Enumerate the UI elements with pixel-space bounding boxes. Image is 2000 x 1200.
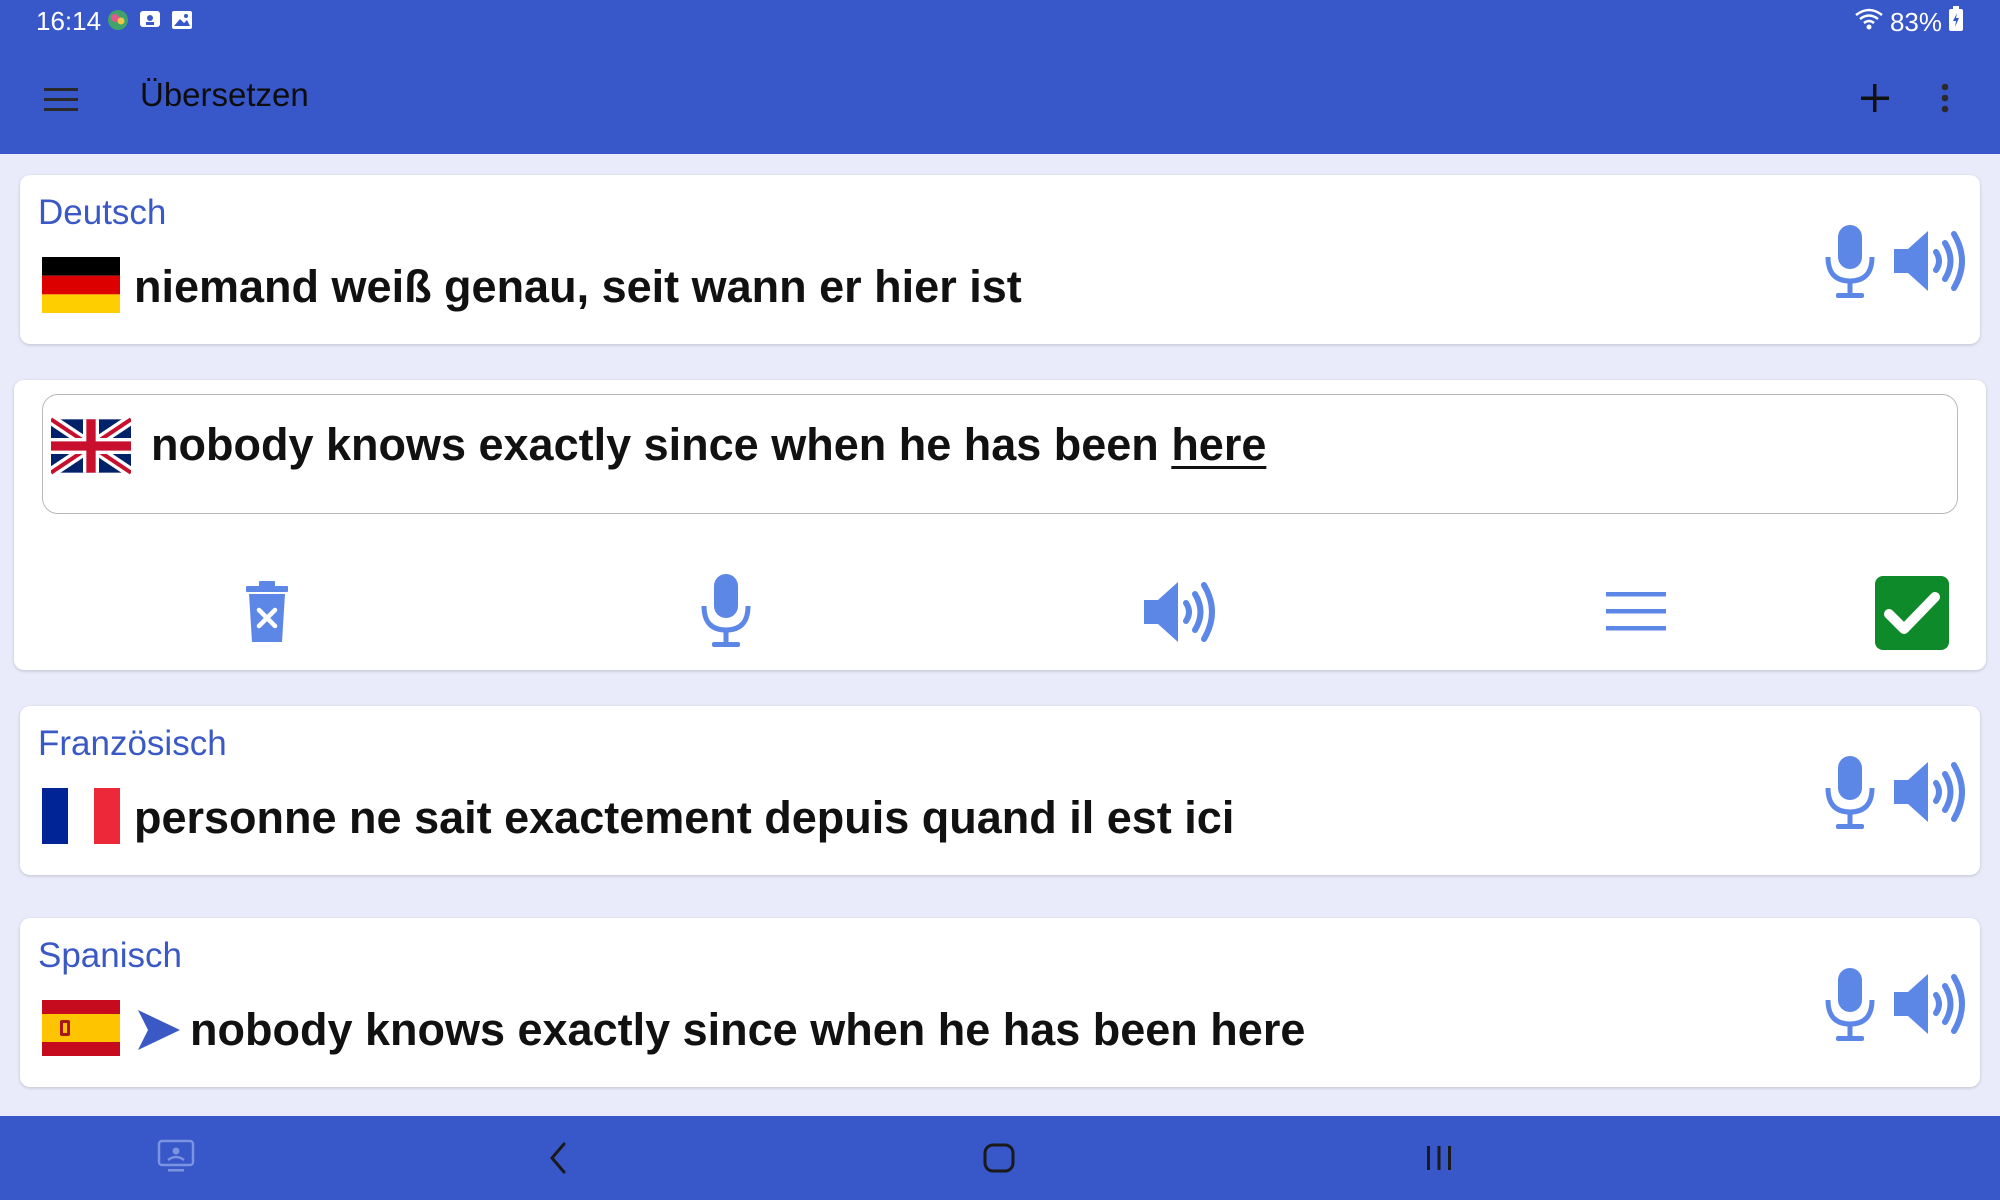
microphone-icon[interactable] (1820, 754, 1880, 834)
microphone-icon[interactable] (1820, 966, 1880, 1046)
page-title: Übersetzen (140, 76, 309, 113)
translation-text: personne ne sait exactement depuis quand… (134, 792, 1235, 843)
wifi-icon (1854, 7, 1884, 38)
delete-icon[interactable] (242, 580, 292, 649)
app-bar: Übersetzen (0, 44, 2000, 154)
input-text-underlined-word: here (1171, 419, 1267, 470)
flag-spain-icon (42, 1000, 120, 1056)
speaker-icon[interactable] (1140, 576, 1222, 653)
plus-icon[interactable] (1850, 74, 1900, 124)
menu-icon[interactable] (40, 80, 86, 120)
flag-germany-icon (42, 257, 120, 313)
speaker-icon[interactable] (1890, 225, 1972, 297)
status-notification-icons (106, 8, 194, 32)
input-text: nobody knows exactly since when he has b… (151, 419, 1266, 471)
gallery-icon (170, 8, 194, 32)
status-right-group: 83% (1854, 6, 1964, 39)
back-icon[interactable] (544, 1138, 574, 1183)
home-icon[interactable] (982, 1138, 1016, 1183)
speaker-icon[interactable] (1890, 756, 1972, 828)
list-menu-icon[interactable] (1604, 588, 1668, 641)
more-vert-icon[interactable] (1930, 74, 1960, 124)
microphone-icon[interactable] (696, 572, 756, 657)
status-bar: 16:14 83% (0, 0, 2000, 44)
battery-level: 83% (1889, 7, 1942, 37)
translation-card-english-active: nobody knows exactly since when he has b… (14, 380, 1986, 670)
translation-text: nobody knows exactly since when he has b… (190, 1004, 1306, 1055)
send-arrow-icon (136, 1008, 182, 1057)
app-notification-icon (106, 8, 130, 32)
confirm-checkmark-icon[interactable] (1874, 575, 1950, 656)
speaker-icon[interactable] (1890, 968, 1972, 1040)
system-navigation-bar (0, 1116, 2000, 1200)
source-text-input[interactable]: nobody knows exactly since when he has b… (42, 394, 1958, 514)
translation-card-spanish[interactable]: Spanisch nobody knows exactly since when… (20, 918, 1980, 1087)
recent-apps-icon[interactable] (1422, 1138, 1456, 1183)
translation-card-french[interactable]: Französisch personne ne sait exactement … (20, 706, 1980, 875)
flag-france-icon (42, 788, 120, 844)
language-label: Spanisch (38, 936, 182, 975)
translation-card-german[interactable]: Deutsch niemand weiß genau, seit wann er… (20, 175, 1980, 344)
battery-icon (1948, 6, 1964, 39)
language-label: Französisch (38, 724, 227, 763)
flag-uk-icon (48, 414, 134, 478)
screen-record-icon (138, 8, 162, 32)
status-time: 16:14 (36, 6, 102, 36)
input-text-main: nobody knows exactly since when he has b… (151, 419, 1172, 470)
microphone-icon[interactable] (1820, 223, 1880, 303)
language-label: Deutsch (38, 193, 167, 232)
screen-share-icon[interactable] (156, 1138, 196, 1179)
translation-text: niemand weiß genau, seit wann er hier is… (134, 261, 1022, 312)
